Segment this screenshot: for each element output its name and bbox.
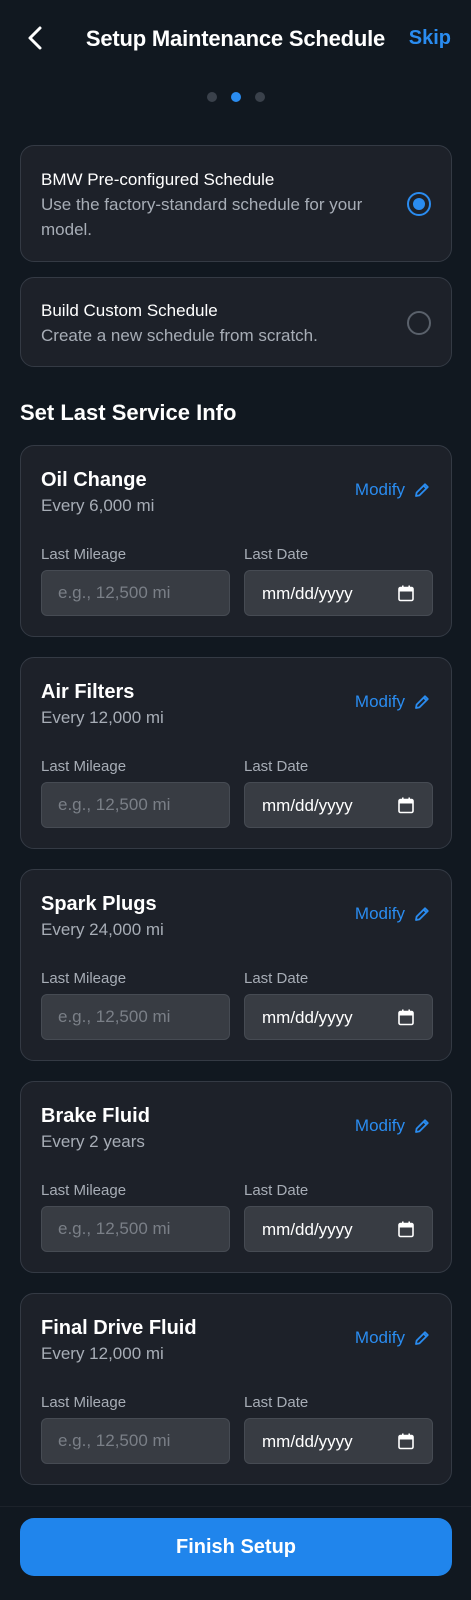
skip-button[interactable]: Skip <box>409 27 451 50</box>
modify-button[interactable]: Modify <box>355 480 431 500</box>
last-date-input[interactable]: mm/dd/yyyy <box>244 782 433 828</box>
pencil-icon <box>415 695 429 709</box>
last-mileage-input[interactable] <box>41 782 230 828</box>
last-mileage-label: Last Mileage <box>41 758 127 775</box>
option-description: Use the factory-standard schedule for yo… <box>41 195 363 239</box>
service-card: Air Filters Every 12,000 mi Modify Last … <box>20 657 452 849</box>
service-card: Brake Fluid Every 2 years Modify Last Mi… <box>20 1081 452 1273</box>
step-dot-active <box>230 92 241 102</box>
finish-setup-button[interactable]: Finish Setup <box>20 1518 452 1576</box>
last-date-input[interactable]: mm/dd/yyyy <box>244 1206 433 1252</box>
pencil-icon <box>415 1119 429 1133</box>
service-name: Air Filters <box>41 681 135 703</box>
last-mileage-label: Last Mileage <box>41 546 127 563</box>
maintenance-setup-screen: Setup Maintenance Schedule Skip BMW Pre-… <box>0 0 471 1600</box>
step-dot <box>206 92 217 102</box>
date-placeholder: mm/dd/yyyy <box>262 584 353 603</box>
service-name: Oil Change <box>41 469 147 491</box>
modify-label: Modify <box>354 1328 405 1347</box>
modify-button[interactable]: Modify <box>355 1328 431 1348</box>
last-mileage-input[interactable] <box>41 1206 230 1252</box>
pencil-icon <box>415 1331 429 1345</box>
modify-button[interactable]: Modify <box>355 1116 431 1136</box>
last-mileage-label: Last Mileage <box>41 1182 127 1199</box>
calendar-icon[interactable] <box>398 1221 414 1238</box>
last-mileage-label: Last Mileage <box>41 1394 127 1411</box>
last-mileage-input[interactable] <box>41 994 230 1040</box>
calendar-icon[interactable] <box>398 1433 414 1450</box>
section-title: Set Last Service Info <box>20 400 237 425</box>
service-name: Brake Fluid <box>41 1105 150 1127</box>
option-title: Build Custom Schedule <box>41 301 218 320</box>
service-name: Spark Plugs <box>41 893 157 915</box>
last-date-input[interactable]: mm/dd/yyyy <box>244 1418 433 1464</box>
modify-button[interactable]: Modify <box>355 904 431 924</box>
modify-label: Modify <box>354 692 405 711</box>
option-preconfigured-schedule[interactable]: BMW Pre-configured Schedule Use the fact… <box>20 145 452 262</box>
option-custom-schedule[interactable]: Build Custom Schedule Create a new sched… <box>20 277 452 367</box>
step-indicator <box>0 92 471 102</box>
service-interval: Every 2 years <box>41 1132 145 1151</box>
date-placeholder: mm/dd/yyyy <box>262 1432 353 1451</box>
divider <box>0 1506 471 1507</box>
last-date-label: Last Date <box>244 1394 309 1411</box>
last-mileage-input[interactable] <box>41 570 230 616</box>
last-mileage-input[interactable] <box>41 1418 230 1464</box>
date-placeholder: mm/dd/yyyy <box>262 796 353 815</box>
pencil-icon <box>415 483 429 497</box>
option-title: BMW Pre-configured Schedule <box>41 170 275 189</box>
modify-label: Modify <box>354 480 405 499</box>
last-date-input[interactable]: mm/dd/yyyy <box>244 994 433 1040</box>
calendar-icon[interactable] <box>398 1009 414 1026</box>
service-card: Oil Change Every 6,000 mi Modify Last Mi… <box>20 445 452 637</box>
calendar-icon[interactable] <box>398 585 414 602</box>
radio-button-selected[interactable] <box>407 192 431 216</box>
page-title: Setup Maintenance Schedule <box>85 26 386 51</box>
radio-button[interactable] <box>407 311 431 335</box>
modify-button[interactable]: Modify <box>355 692 431 712</box>
last-date-label: Last Date <box>244 758 309 775</box>
last-date-input[interactable]: mm/dd/yyyy <box>244 570 433 616</box>
header: Setup Maintenance Schedule Skip <box>0 0 471 80</box>
date-placeholder: mm/dd/yyyy <box>262 1220 353 1239</box>
modify-label: Modify <box>354 904 405 923</box>
step-dot <box>254 92 265 102</box>
date-placeholder: mm/dd/yyyy <box>262 1008 353 1027</box>
service-interval: Every 6,000 mi <box>41 496 155 515</box>
pencil-icon <box>415 907 429 921</box>
service-name: Final Drive Fluid <box>41 1317 197 1339</box>
last-date-label: Last Date <box>244 546 309 563</box>
service-card: Spark Plugs Every 24,000 mi Modify Last … <box>20 869 452 1061</box>
last-mileage-label: Last Mileage <box>41 970 127 987</box>
service-interval: Every 12,000 mi <box>41 1344 164 1363</box>
service-interval: Every 24,000 mi <box>41 920 164 939</box>
modify-label: Modify <box>354 1116 405 1135</box>
calendar-icon[interactable] <box>398 797 414 814</box>
service-card: Final Drive Fluid Every 12,000 mi Modify… <box>20 1293 452 1485</box>
option-description: Create a new schedule from scratch. <box>41 326 318 345</box>
last-date-label: Last Date <box>244 970 309 987</box>
last-date-label: Last Date <box>244 1182 309 1199</box>
service-interval: Every 12,000 mi <box>41 708 164 727</box>
